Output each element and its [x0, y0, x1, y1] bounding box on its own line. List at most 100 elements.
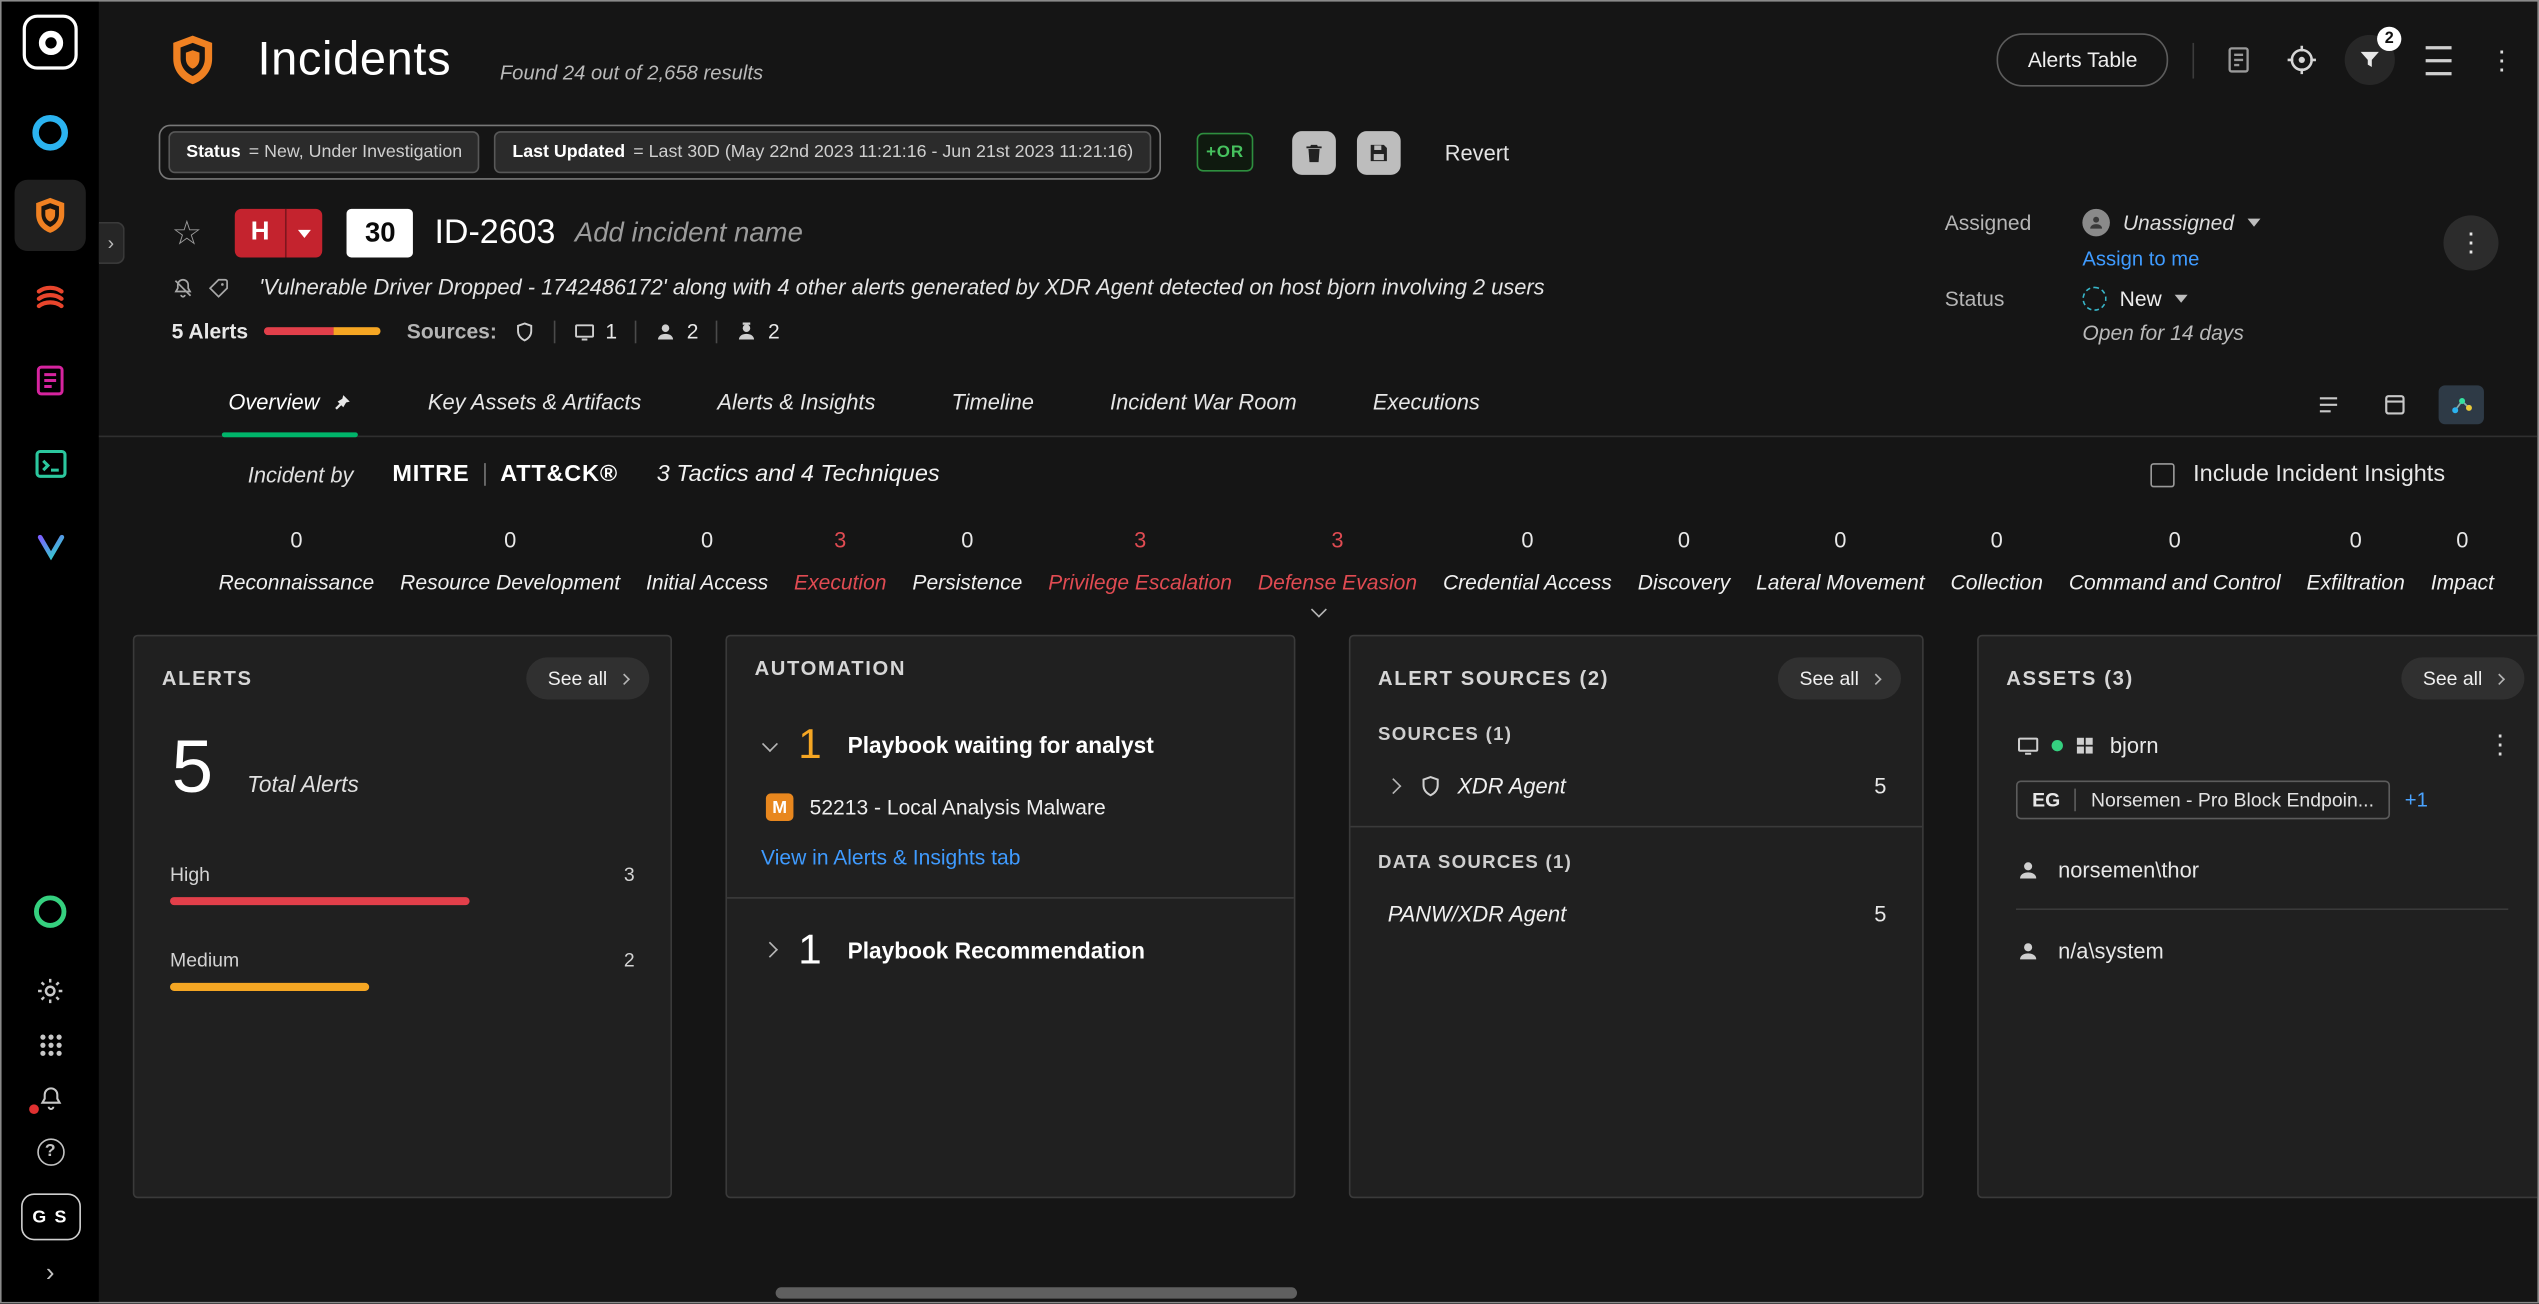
- tab[interactable]: Timeline: [951, 390, 1033, 435]
- notifications-bell-icon[interactable]: [31, 1078, 70, 1117]
- report-icon[interactable]: [2218, 40, 2257, 79]
- tactic[interactable]: 0 Impact: [2418, 525, 2507, 598]
- alert-sources-see-all-button[interactable]: See all: [1778, 657, 1901, 699]
- checkbox-icon[interactable]: [2151, 462, 2175, 486]
- filter-chip-last-updated[interactable]: Last Updated = Last 30D (May 22nd 2023 1…: [495, 131, 1151, 173]
- gradient-v-icon: [32, 527, 69, 564]
- playbook-waiting-group[interactable]: 1 Playbook waiting for analyst: [727, 719, 1294, 769]
- filter-button[interactable]: 2: [2345, 35, 2395, 85]
- incident-by-label: Incident by: [248, 462, 354, 486]
- data-source-row[interactable]: PANW/XDR Agent 5: [1350, 902, 1922, 926]
- app-window: ? G S › › Incidents Found 24 out of 2,65…: [0, 0, 2539, 1304]
- status-dropdown[interactable]: New: [2120, 287, 2162, 311]
- user-avatar[interactable]: G S: [20, 1193, 80, 1240]
- eg-name: Norsemen - Pro Block Endpoin...: [2091, 789, 2374, 812]
- nav-incidents-icon[interactable]: [15, 180, 86, 251]
- revert-button[interactable]: Revert: [1445, 140, 1509, 164]
- assigned-label: Assigned: [1945, 211, 2083, 235]
- incident-actions-button[interactable]: ⋮: [2443, 215, 2498, 270]
- alerts-see-all-button[interactable]: See all: [527, 657, 650, 699]
- tab[interactable]: Executions: [1373, 390, 1480, 435]
- save-filter-button[interactable]: [1357, 130, 1401, 174]
- tab-label: Alerts & Insights: [717, 390, 875, 414]
- user-row[interactable]: norsemen\thor: [1979, 858, 2539, 882]
- incident-name-input[interactable]: Add incident name: [575, 217, 803, 249]
- tactic[interactable]: 0 Command and Control: [2056, 525, 2294, 598]
- tactic-count: 0: [646, 528, 768, 552]
- tactic[interactable]: 3 Execution: [781, 525, 899, 598]
- user-row[interactable]: n/a\system: [1979, 939, 2539, 963]
- tactic[interactable]: 0 Lateral Movement: [1743, 525, 1937, 598]
- tab[interactable]: Key Assets & Artifacts: [428, 390, 641, 435]
- horizontal-scrollbar[interactable]: [776, 1287, 1297, 1298]
- host-row[interactable]: bjorn ⋮: [1979, 729, 2539, 761]
- alerts-table-button[interactable]: Alerts Table: [1997, 33, 2168, 86]
- tab[interactable]: Incident War Room: [1110, 390, 1297, 435]
- tactic[interactable]: 0 Collection: [1938, 525, 2056, 598]
- green-ring-icon: [34, 895, 66, 927]
- tactic-count: 0: [2307, 528, 2405, 552]
- include-insights-label: Include Incident Insights: [2193, 461, 2445, 487]
- mute-bell-icon[interactable]: [172, 276, 195, 299]
- page-header: Incidents Found 24 out of 2,658 results …: [99, 2, 2538, 119]
- tactic[interactable]: 0 Discovery: [1625, 525, 1743, 598]
- high-label: High: [170, 863, 210, 886]
- nav-marketplace-icon[interactable]: [15, 510, 86, 581]
- tactic[interactable]: 0 Exfiltration: [2294, 525, 2418, 598]
- host-actions-icon[interactable]: ⋮: [2487, 729, 2513, 761]
- tactic[interactable]: 0 Resource Development: [387, 525, 633, 598]
- chevron-down-icon: [2175, 295, 2188, 303]
- tactic[interactable]: 0 Persistence: [899, 525, 1035, 598]
- sidebar-expand-chevron[interactable]: ›: [46, 1260, 55, 1289]
- tactics-row: 0 Reconnaissance 0 Resource Development …: [99, 512, 2538, 598]
- source-agents[interactable]: 2: [736, 319, 780, 343]
- tab[interactable]: Alerts & Insights: [717, 390, 875, 435]
- view-in-alerts-link[interactable]: View in Alerts & Insights tab: [761, 845, 1294, 869]
- cortex-logo[interactable]: [23, 15, 78, 70]
- playbook-waiting-label: Playbook waiting for analyst: [848, 731, 1154, 757]
- source-hosts[interactable]: 1: [573, 319, 617, 343]
- nav-reports-icon[interactable]: [15, 345, 86, 416]
- list-view-button[interactable]: [2306, 385, 2351, 424]
- tactic-count: 0: [219, 528, 375, 552]
- shield-icon: [513, 320, 536, 343]
- assignee-dropdown[interactable]: Unassigned: [2123, 211, 2234, 235]
- tab[interactable]: Overview: [228, 390, 351, 435]
- star-icon[interactable]: ☆: [172, 213, 202, 253]
- settings-gear-icon[interactable]: [31, 972, 70, 1011]
- source-row[interactable]: XDR Agent 5: [1350, 774, 1922, 798]
- collapse-tactics-button[interactable]: [99, 604, 2538, 615]
- severity-dropdown[interactable]: H: [235, 209, 323, 258]
- playbook-item[interactable]: M 52213 - Local Analysis Malware: [727, 793, 1294, 821]
- assign-to-me-link[interactable]: Assign to me: [2082, 248, 2199, 271]
- apps-grid-icon[interactable]: [31, 1025, 70, 1064]
- include-insights-toggle[interactable]: Include Incident Insights: [2151, 461, 2445, 487]
- assets-see-all-button[interactable]: See all: [2402, 657, 2525, 699]
- more-groups-link[interactable]: +1: [2405, 789, 2428, 812]
- tactic[interactable]: 0 Initial Access: [633, 525, 781, 598]
- tag-icon[interactable]: [207, 276, 230, 299]
- menu-icon[interactable]: [2419, 40, 2458, 79]
- tactic[interactable]: 0 Reconnaissance: [206, 525, 388, 598]
- tactic[interactable]: 0 Credential Access: [1430, 525, 1625, 598]
- source-users[interactable]: 2: [654, 319, 698, 343]
- graph-view-button[interactable]: [2439, 385, 2484, 424]
- tactic[interactable]: 3 Defense Evasion: [1245, 525, 1430, 598]
- card-view-button[interactable]: [2372, 385, 2417, 424]
- tactic[interactable]: 3 Privilege Escalation: [1035, 525, 1245, 598]
- help-icon[interactable]: ?: [31, 1132, 70, 1171]
- user-name: n/a\system: [2058, 939, 2164, 963]
- add-or-filter-button[interactable]: +OR: [1196, 133, 1253, 172]
- filter-chip-status[interactable]: Status = New, Under Investigation: [168, 131, 480, 173]
- endpoint-group-chip[interactable]: EG Norsemen - Pro Block Endpoin...: [2016, 780, 2390, 819]
- source-shield[interactable]: [513, 320, 536, 343]
- nav-health-icon[interactable]: [15, 876, 86, 947]
- target-icon[interactable]: [2282, 40, 2321, 79]
- nav-xsoar-icon[interactable]: [15, 262, 86, 333]
- delete-filter-button[interactable]: [1293, 130, 1337, 174]
- user-name: norsemen\thor: [2058, 858, 2199, 882]
- more-options-icon[interactable]: ⋮: [2482, 40, 2521, 79]
- nav-xsiam-icon[interactable]: [15, 97, 86, 168]
- playbook-recommendation-group[interactable]: 1 Playbook Recommendation: [727, 925, 1294, 975]
- nav-endpoints-icon[interactable]: [15, 427, 86, 498]
